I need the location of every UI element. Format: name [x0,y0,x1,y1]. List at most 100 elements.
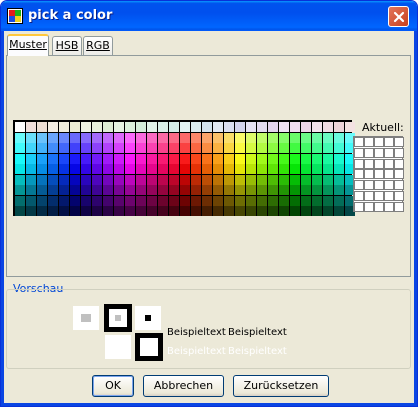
color-swatch[interactable] [279,174,289,185]
color-swatch[interactable] [103,174,113,185]
close-button[interactable] [388,6,409,27]
recent-colors-grid[interactable] [353,136,404,212]
color-swatch[interactable] [334,122,344,132]
recent-color-swatch[interactable] [374,158,384,169]
color-swatch[interactable] [268,143,278,153]
color-swatch[interactable] [235,185,245,195]
color-swatch[interactable] [15,195,25,206]
color-swatch[interactable] [345,122,355,132]
color-swatch[interactable] [224,143,234,153]
color-swatch[interactable] [70,195,80,206]
color-swatch[interactable] [125,174,135,185]
color-swatch[interactable] [235,195,245,206]
color-swatch[interactable] [70,143,80,153]
color-swatch[interactable] [312,122,322,132]
recent-color-swatch[interactable] [354,201,364,212]
color-swatch[interactable] [257,153,267,164]
color-swatch[interactable] [59,132,69,143]
color-swatch[interactable] [70,122,80,132]
color-swatch[interactable] [268,185,278,195]
color-swatch[interactable] [290,153,300,164]
color-swatch[interactable] [15,122,25,132]
color-swatch[interactable] [37,153,47,164]
color-swatch[interactable] [246,174,256,185]
color-swatch[interactable] [323,132,333,143]
color-swatch[interactable] [103,195,113,206]
color-swatch[interactable] [59,164,69,174]
color-swatch[interactable] [180,153,190,164]
color-swatch[interactable] [235,164,245,174]
color-swatch[interactable] [246,195,256,206]
color-swatch[interactable] [191,143,201,153]
color-swatch[interactable] [257,132,267,143]
color-swatch[interactable] [224,164,234,174]
color-swatch[interactable] [246,122,256,132]
color-swatch[interactable] [103,164,113,174]
recent-color-swatch[interactable] [374,147,384,158]
recent-color-swatch[interactable] [364,201,374,212]
color-swatch[interactable] [202,206,212,216]
color-swatch[interactable] [169,174,179,185]
color-swatch[interactable] [191,174,201,185]
tab-hsb[interactable]: HSB [52,36,82,55]
color-swatch[interactable] [125,143,135,153]
color-swatch[interactable] [257,122,267,132]
color-swatch[interactable] [268,153,278,164]
color-swatch[interactable] [125,195,135,206]
recent-color-swatch[interactable] [384,147,394,158]
color-swatch[interactable] [59,206,69,216]
recent-color-swatch[interactable] [394,201,404,212]
recent-color-swatch[interactable] [394,169,404,180]
color-swatch[interactable] [279,143,289,153]
color-swatch[interactable] [323,143,333,153]
color-swatch[interactable] [169,206,179,216]
color-swatch[interactable] [81,153,91,164]
recent-color-swatch[interactable] [354,191,364,201]
color-swatch[interactable] [268,206,278,216]
color-swatch[interactable] [312,164,322,174]
recent-color-swatch[interactable] [364,180,374,191]
color-swatch[interactable] [257,143,267,153]
recent-color-swatch[interactable] [374,169,384,180]
recent-color-swatch[interactable] [364,137,374,147]
color-swatch[interactable] [114,143,124,153]
color-swatch[interactable] [26,174,36,185]
color-swatch[interactable] [15,143,25,153]
color-swatch[interactable] [323,174,333,185]
color-swatch[interactable] [323,185,333,195]
color-swatch[interactable] [37,122,47,132]
color-swatch[interactable] [125,153,135,164]
color-swatch[interactable] [26,143,36,153]
color-swatch[interactable] [180,143,190,153]
color-swatch[interactable] [70,153,80,164]
color-swatch[interactable] [312,143,322,153]
color-swatch[interactable] [312,206,322,216]
color-swatch[interactable] [92,185,102,195]
color-swatch[interactable] [213,195,223,206]
color-swatch[interactable] [323,195,333,206]
color-swatch[interactable] [334,195,344,206]
color-swatch[interactable] [92,143,102,153]
cancel-button[interactable]: Abbrechen [143,375,224,397]
color-swatch[interactable] [81,143,91,153]
color-swatch[interactable] [213,143,223,153]
color-swatch[interactable] [114,206,124,216]
color-swatch[interactable] [180,206,190,216]
recent-color-swatch[interactable] [354,180,364,191]
color-swatch[interactable] [37,164,47,174]
color-swatch[interactable] [26,185,36,195]
color-swatch[interactable] [48,206,58,216]
color-swatch[interactable] [147,206,157,216]
color-swatch[interactable] [158,143,168,153]
color-swatch[interactable] [235,132,245,143]
color-swatch[interactable] [279,122,289,132]
color-swatch[interactable] [158,206,168,216]
color-swatch[interactable] [224,206,234,216]
color-swatch[interactable] [301,132,311,143]
color-swatch[interactable] [235,206,245,216]
recent-color-swatch[interactable] [354,147,364,158]
color-swatch[interactable] [213,206,223,216]
color-swatch[interactable] [103,143,113,153]
color-swatch[interactable] [114,185,124,195]
color-swatch[interactable] [15,132,25,143]
